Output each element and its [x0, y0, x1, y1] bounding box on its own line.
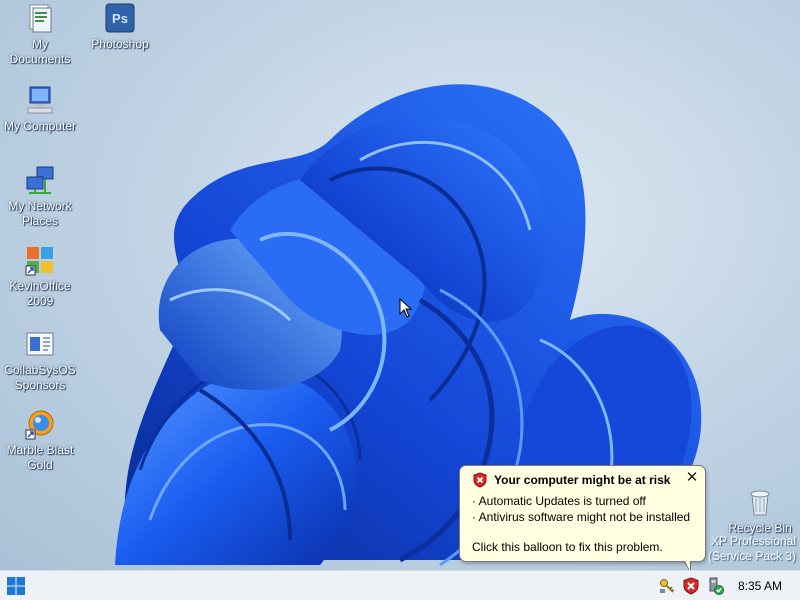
desktop-icon-label: My Network Places	[8, 199, 72, 228]
svg-text:Ps: Ps	[112, 11, 128, 26]
watermark-line: XP Professional	[710, 534, 796, 548]
desktop-icon-label: My Documents	[9, 37, 71, 66]
marble-blast-icon	[25, 410, 54, 440]
balloon-message-line: · Antivirus software might not be instal…	[472, 510, 691, 524]
network-key-icon[interactable]	[658, 577, 676, 595]
desktop-icon-label: Marble Blast Gold	[6, 443, 74, 472]
desktop-icon-my-computer[interactable]: My Computer	[0, 84, 80, 134]
balloon-action-text[interactable]: Click this balloon to fix this problem.	[472, 540, 663, 554]
desktop-icon-label: Photoshop	[91, 37, 149, 51]
watermark-line: (Service Pack 3)	[707, 549, 796, 563]
desktop-icon-label: CollabSysOS Sponsors	[4, 363, 76, 392]
desktop-icon-label: My Computer	[3, 119, 77, 133]
photoshop-icon: Ps	[105, 3, 135, 33]
balloon-title: Your computer might be at risk	[494, 473, 671, 487]
office-suite-icon	[25, 247, 53, 276]
desktop-icon-kevinoffice[interactable]: KevinOffice 2009	[0, 244, 80, 309]
desktop-icon-marble-blast[interactable]: Marble Blast Gold	[0, 408, 80, 473]
my-documents-icon	[29, 4, 52, 33]
security-shield-icon	[473, 472, 487, 488]
desktop-icon-recycle-bin[interactable]: Recycle Bin	[720, 486, 800, 536]
os-version-watermark: XP Professional (Service Pack 3)	[708, 534, 796, 564]
security-shield-icon[interactable]	[682, 577, 700, 595]
network-places-icon	[26, 166, 54, 194]
sponsors-icon	[26, 332, 54, 356]
security-notification-balloon[interactable]: Your computer might be at risk ✕ · Autom…	[459, 465, 706, 562]
system-tray: 8:35 AM	[650, 571, 800, 600]
balloon-close-button[interactable]: ✕	[684, 470, 700, 486]
taskbar-clock[interactable]: 8:35 AM	[738, 579, 782, 593]
balloon-message-line: · Automatic Updates is turned off	[472, 494, 646, 508]
mouse-cursor-icon	[399, 298, 413, 318]
recycle-bin-icon	[750, 490, 770, 516]
desktop-icon-label: KevinOffice 2009	[9, 279, 71, 308]
safely-remove-hardware-icon[interactable]	[706, 577, 724, 595]
desktop-icon-collabsysos[interactable]: CollabSysOS Sponsors	[0, 328, 80, 393]
desktop-icon-my-documents[interactable]: My Documents	[0, 2, 80, 67]
windows-start-icon[interactable]	[6, 576, 26, 596]
desktop-icon-photoshop[interactable]: Ps Photoshop	[80, 2, 160, 52]
desktop-icon-network-places[interactable]: My Network Places	[0, 164, 80, 229]
my-computer-icon	[27, 86, 53, 114]
taskbar: 8:35 AM	[0, 570, 800, 600]
